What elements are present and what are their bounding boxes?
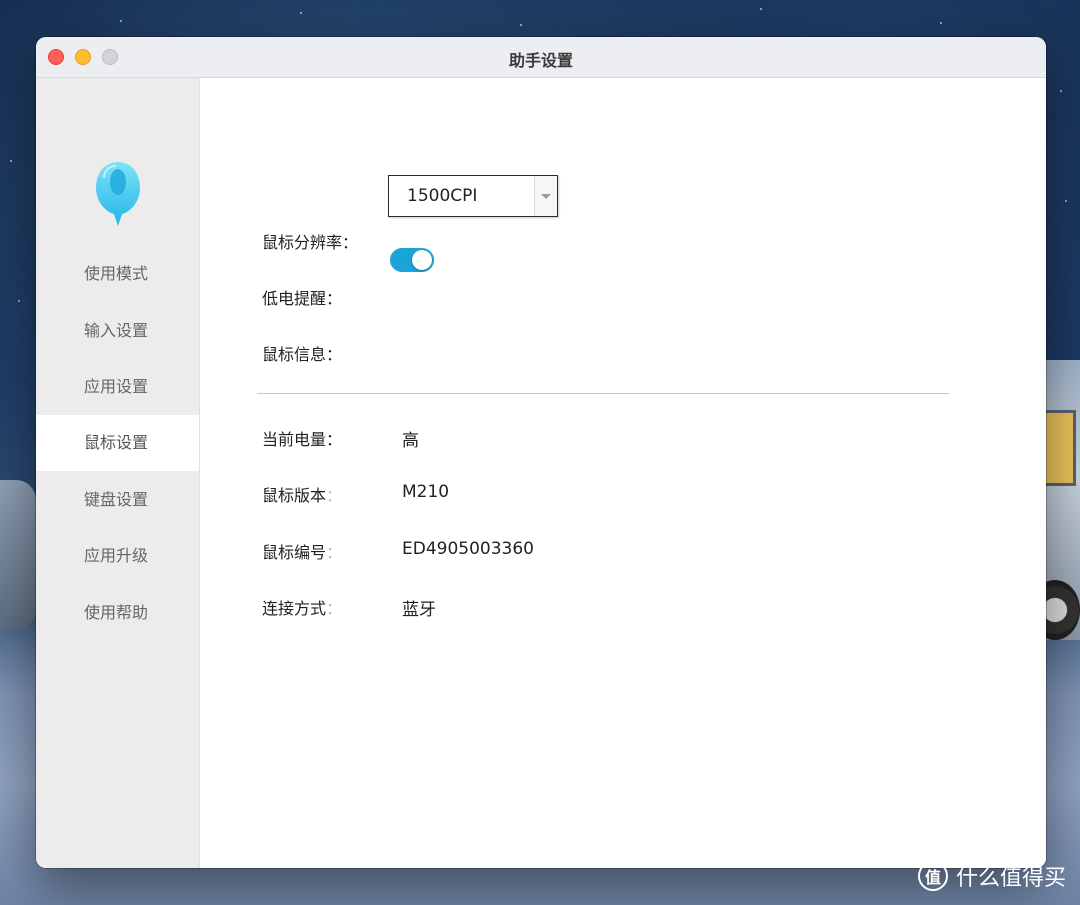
- mouse-settings-panel: 鼠标分辨率： 1500CPI 低电提醒： 鼠标信息： 当前电量： 高 鼠标版本：…: [200, 78, 1046, 868]
- connection-value: 蓝牙: [402, 600, 436, 620]
- mouse-info-label: 鼠标信息：: [262, 345, 343, 364]
- toggle-knob: [412, 250, 432, 270]
- divider: [257, 393, 949, 394]
- sidebar-item-usage-mode[interactable]: 使用模式: [36, 246, 199, 302]
- sidebar-item-app-settings[interactable]: 应用设置: [36, 359, 199, 415]
- window-title: 助手设置: [508, 51, 573, 70]
- dpi-select-value: 1500CPI: [407, 186, 478, 206]
- watermark: 值 什么值得买: [917, 859, 1066, 893]
- sidebar-item-help[interactable]: 使用帮助: [36, 585, 199, 641]
- watermark-text: 什么值得买: [955, 866, 1066, 891]
- chevron-down-icon[interactable]: [534, 176, 557, 216]
- settings-window: 助手设置 使用模式 输入设置 应用设置 鼠标设置 键盘设置 应用升级 使用帮助 …: [36, 37, 1046, 868]
- title-bar: 助手设置: [36, 37, 1046, 78]
- battery-label: 当前电量：: [262, 430, 343, 449]
- sidebar-item-keyboard-settings[interactable]: 键盘设置: [36, 472, 199, 528]
- serial-value: ED4905003360: [402, 539, 534, 559]
- sidebar: 使用模式 输入设置 应用设置 鼠标设置 键盘设置 应用升级 使用帮助: [36, 78, 200, 868]
- battery-value: 高: [402, 431, 419, 451]
- app-logo-icon: [96, 162, 140, 226]
- sidebar-item-input-settings[interactable]: 输入设置: [36, 303, 199, 359]
- low-battery-label: 低电提醒：: [262, 289, 343, 308]
- sidebar-item-app-upgrade[interactable]: 应用升级: [36, 528, 199, 584]
- watermark-logo-icon: 值: [917, 861, 948, 891]
- low-battery-toggle[interactable]: [390, 248, 434, 272]
- connection-label: 连接方式：: [262, 599, 343, 618]
- version-label: 鼠标版本：: [262, 486, 343, 505]
- sidebar-item-mouse-settings[interactable]: 鼠标设置: [36, 415, 199, 471]
- version-value: M210: [402, 482, 450, 502]
- serial-label: 鼠标编号：: [262, 543, 343, 562]
- dpi-select[interactable]: 1500CPI: [388, 175, 558, 217]
- dpi-label: 鼠标分辨率：: [262, 233, 359, 252]
